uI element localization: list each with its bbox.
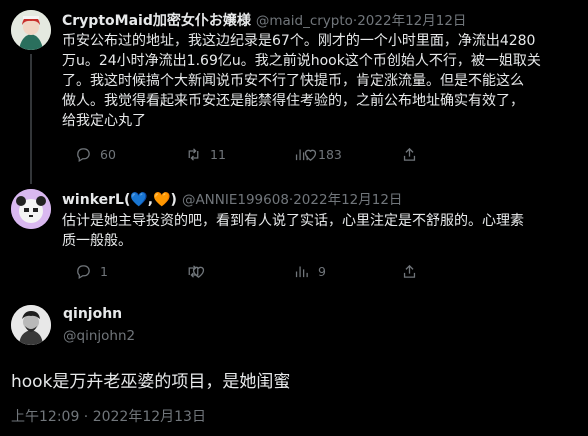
handle[interactable]: @qinjohn2 [63, 328, 135, 344]
share-icon [403, 147, 416, 161]
tweet-header: winkerL(💙,🧡) @ANNIE199608 · 2022年12月12日 [62, 188, 402, 208]
tweet-text-line: 质一般般。 [62, 233, 132, 249]
tweet-timestamp[interactable]: 上午12:09 · 2022年12月13日 [11, 406, 206, 426]
retweet-count: 11 [210, 147, 226, 162]
views-final[interactable]: 183 [293, 146, 342, 163]
views-count: 183 [318, 147, 342, 162]
display-name[interactable]: CryptoMaid加密女仆お嬢様 [62, 10, 251, 30]
thread-line [30, 54, 32, 184]
reply-icon [77, 265, 90, 280]
handle[interactable]: @maid_crypto [256, 13, 353, 29]
analytics-icon [295, 266, 308, 278]
reply-button[interactable]: 60 [75, 146, 116, 163]
tweet-text: 币安公布过的地址，我这边纪录是67个。刚才的一个小时里面，净流出4280 万u。… [62, 31, 541, 131]
avatar[interactable] [11, 189, 51, 229]
retweet-button[interactable]: 11 [185, 146, 226, 163]
views-count: 9 [318, 264, 326, 279]
display-name[interactable]: qinjohn [63, 306, 122, 322]
tweet-text-line: 给我定心丸了 [62, 113, 146, 129]
share-button[interactable] [401, 146, 426, 163]
share-button[interactable] [401, 263, 426, 280]
tweet-text-line: 币安公布过的地址，我这边纪录是67个。刚才的一个小时里面，净流出4280 [62, 33, 536, 49]
heart-button[interactable] [190, 263, 215, 280]
tweet-text-line: 做人。我觉得看起来币安还是能禁得住考验的，之前公布地址确实有效了， [62, 93, 524, 109]
reply-count: 60 [100, 147, 116, 162]
portrait-avatar-icon [11, 305, 51, 345]
share-icon [403, 264, 416, 278]
avatar[interactable] [11, 10, 51, 50]
tweet-text-line: 万u。24小时净流出1.69亿u。我之前说hook这个币创始人不行，被一姐取关 [62, 53, 541, 69]
heart-icon [192, 266, 205, 278]
reply-count: 1 [100, 264, 108, 279]
tweet-text-line: 了。我这时候搞个大新闻说币安不行了快提币，肯定涨流量。但是不能这么 [62, 73, 524, 89]
maid-avatar-icon [11, 10, 51, 50]
tweet-date[interactable]: 2022年12月12日 [293, 188, 402, 208]
avatar[interactable] [11, 305, 51, 345]
display-name[interactable]: winkerL(💙,🧡) [62, 192, 177, 208]
views-button[interactable]: 9 [293, 263, 326, 280]
tweet-header: CryptoMaid加密女仆お嬢様 @maid_crypto · 2022年12… [62, 9, 466, 30]
tweet-text: 估计是她主导投资的吧，看到有人说了实话，心里注定是不舒服的。心理素 质一般般。 [62, 211, 524, 251]
tweet-date[interactable]: 2022年12月12日 [357, 9, 466, 29]
handle[interactable]: @ANNIE199608 [182, 192, 289, 208]
reply-button[interactable]: 1 [75, 263, 108, 280]
tweet-text: hook是万卉老巫婆的项目，是她闺蜜 [11, 372, 291, 392]
retweet-icon [188, 148, 199, 161]
analytics-icon [295, 149, 308, 161]
panda-avatar-icon [11, 189, 51, 229]
tweet-text-line: 估计是她主导投资的吧，看到有人说了实话，心里注定是不舒服的。心理素 [62, 213, 524, 229]
reply-icon [77, 148, 90, 163]
